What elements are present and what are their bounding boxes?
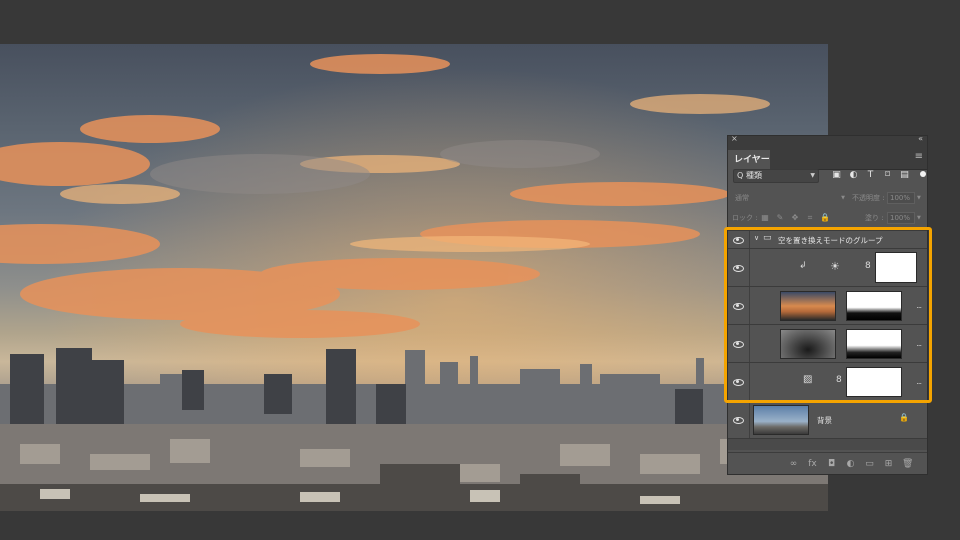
opacity-input[interactable]: 100% xyxy=(887,192,915,204)
lock-transparency-icon[interactable]: ▦ xyxy=(760,212,770,224)
eye-icon[interactable] xyxy=(733,302,744,310)
fill-label: 塗り : xyxy=(865,214,884,222)
fill-dropdown-icon[interactable]: ▼ xyxy=(917,212,921,224)
image-filter-icon[interactable]: ▣ xyxy=(831,169,842,182)
more-icon[interactable]: ... xyxy=(916,377,922,386)
folder-icon: ▭ xyxy=(763,233,772,243)
background-layer-name: 背景 xyxy=(817,416,832,425)
city-sky-image xyxy=(0,44,828,511)
link-icon[interactable]: 8 xyxy=(865,261,871,271)
eye-icon[interactable] xyxy=(733,378,744,386)
lock-all-icon[interactable]: 🔒 xyxy=(820,212,830,224)
brightness-adjustment-icon: ☀ xyxy=(830,260,840,273)
layers-panel: × « レイヤー ≡ Q 種類 ▼ ▣ ◐ T ⌑ ▤ 通常 ▼ 不透明度 : … xyxy=(727,134,928,475)
tab-layers[interactable]: レイヤー xyxy=(728,150,770,170)
type-filter-icon[interactable]: T xyxy=(865,169,876,182)
opacity-dropdown-icon[interactable]: ▼ xyxy=(917,192,921,204)
layer-kind-filter[interactable]: Q 種類 ▼ xyxy=(733,169,819,183)
adjustment-filter-icon[interactable]: ◐ xyxy=(848,169,859,182)
filter-icons: ▣ ◐ T ⌑ ▤ xyxy=(831,169,910,182)
group-name: 空を置き換えモードのグループ xyxy=(778,236,883,245)
mask-thumbnail[interactable] xyxy=(875,252,917,283)
layer-group-row[interactable]: ∨ ▭ 空を置き換えモードのグループ xyxy=(728,231,927,249)
panel-menu-icon[interactable]: ≡ xyxy=(915,152,923,162)
layer-lighting-row[interactable]: ... xyxy=(728,325,927,363)
layers-bottom-toolbar: ∞ fx ◘ ◐ ▭ ⊞ 🗑 xyxy=(728,452,927,474)
layers-list: ∨ ▭ 空を置き換えモードのグループ ↲ ☀ 8 ... ... ▨ 8 ...… xyxy=(728,230,927,450)
blend-mode-select[interactable]: 通常 ▼ xyxy=(733,192,847,204)
lock-paint-icon[interactable]: ✎ xyxy=(775,212,785,224)
eye-icon[interactable] xyxy=(733,416,744,424)
layer-sky-row[interactable]: ... xyxy=(728,287,927,325)
fill-input[interactable]: 100% xyxy=(887,212,915,224)
link-icon[interactable]: 8 xyxy=(836,375,842,385)
canvas-photo xyxy=(0,44,828,511)
layer-color-adjust-row[interactable]: ▨ 8 ... xyxy=(728,363,927,401)
more-icon[interactable]: ... xyxy=(916,339,922,348)
layer-kind-value: 種類 xyxy=(746,171,762,180)
adjust-mask-thumbnail[interactable] xyxy=(846,367,902,397)
collapse-panel-icon[interactable]: « xyxy=(918,134,923,143)
new-fill-adjustment-icon[interactable]: ◐ xyxy=(845,459,856,469)
chevron-down-icon: ▼ xyxy=(810,172,815,179)
new-group-icon[interactable]: ▭ xyxy=(864,459,875,469)
opacity-label: 不透明度 : xyxy=(852,194,885,202)
chevron-down-icon: ▼ xyxy=(841,195,845,201)
blend-mode-value: 通常 xyxy=(735,194,749,202)
panel-titlebar: × « xyxy=(728,134,927,146)
lighting-mask-thumbnail[interactable] xyxy=(846,329,902,359)
eye-icon[interactable] xyxy=(733,264,744,272)
lock-artboard-icon[interactable]: ⌗ xyxy=(805,212,815,224)
color-lookup-icon: ▨ xyxy=(803,374,813,385)
eye-icon[interactable] xyxy=(733,340,744,348)
chevron-down-icon[interactable]: ∨ xyxy=(754,234,759,242)
layer-adjustment-row[interactable]: ↲ ☀ 8 xyxy=(728,249,927,287)
panel-tab-row: レイヤー ≡ xyxy=(728,146,927,170)
eye-icon[interactable] xyxy=(733,236,744,244)
trash-icon[interactable]: 🗑 xyxy=(902,459,913,469)
layer-background-row[interactable]: 背景 🔒 xyxy=(728,401,927,439)
new-layer-icon[interactable]: ⊞ xyxy=(883,459,894,469)
lock-icon: 🔒 xyxy=(899,413,909,422)
background-thumbnail[interactable] xyxy=(753,405,809,435)
add-mask-icon[interactable]: ◘ xyxy=(826,459,837,469)
smart-object-filter-icon[interactable]: ▤ xyxy=(899,169,910,182)
clip-arrow-icon: ↲ xyxy=(799,261,807,271)
shape-filter-icon[interactable]: ⌑ xyxy=(882,169,893,182)
sky-mask-thumbnail[interactable] xyxy=(846,291,902,321)
lock-position-icon[interactable]: ✥ xyxy=(790,212,800,224)
fx-icon[interactable]: fx xyxy=(807,459,818,469)
search-icon: Q xyxy=(737,171,744,180)
sky-thumbnail[interactable] xyxy=(780,291,836,321)
lock-icons: ▦ ✎ ✥ ⌗ 🔒 xyxy=(760,212,830,224)
more-icon[interactable]: ... xyxy=(916,301,922,310)
lighting-thumbnail[interactable] xyxy=(780,329,836,359)
lock-label: ロック : xyxy=(732,214,758,222)
filter-toggle[interactable] xyxy=(920,171,926,177)
close-panel-icon[interactable]: × xyxy=(731,134,738,143)
link-layers-icon[interactable]: ∞ xyxy=(788,459,799,469)
